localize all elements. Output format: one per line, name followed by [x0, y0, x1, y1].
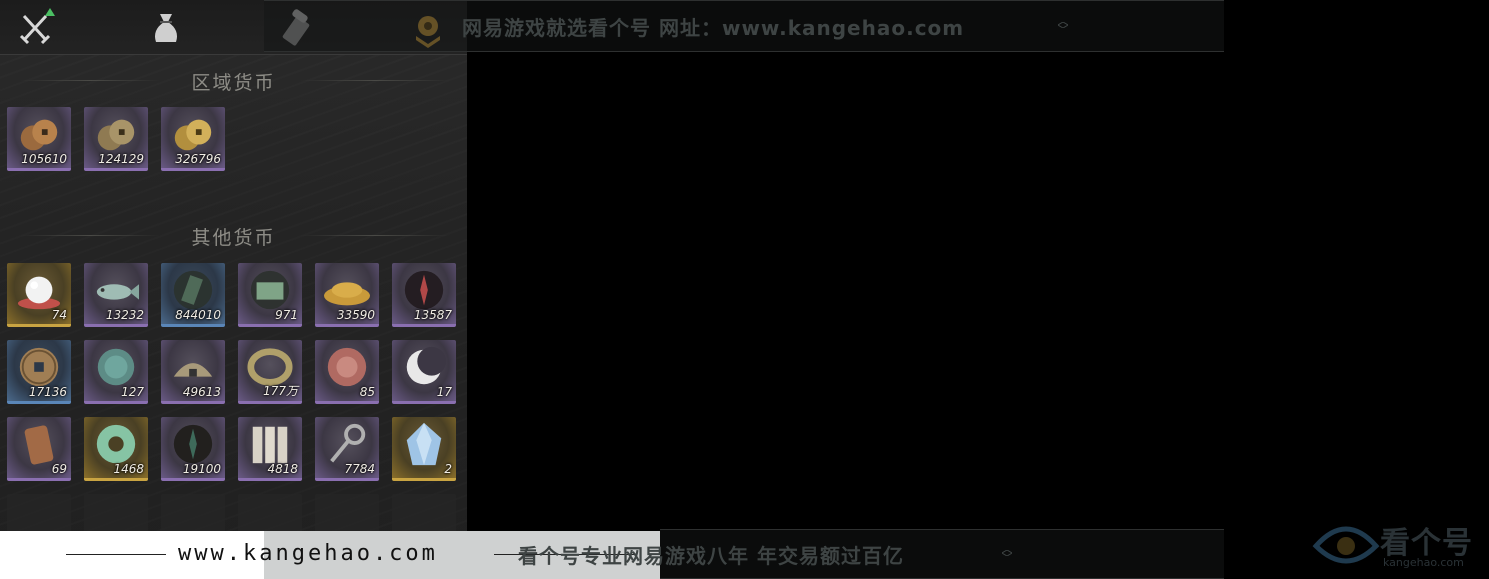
- currency-slot[interactable]: 33590: [315, 263, 379, 327]
- silver-ingot-icon: [173, 363, 213, 377]
- item-count: 7784: [344, 462, 375, 476]
- crystal-ore-icon: [406, 422, 442, 466]
- item-count: 17: [436, 385, 452, 399]
- currency-slot[interactable]: 19100: [161, 417, 225, 481]
- currency-slot[interactable]: 13587: [392, 263, 456, 327]
- currency-slot[interactable]: 127: [84, 340, 148, 404]
- item-count: 33590: [336, 308, 375, 322]
- currency-slot[interactable]: 7784: [315, 417, 379, 481]
- currency-slot[interactable]: 4818: [238, 417, 302, 481]
- currency-slot[interactable]: 17: [392, 340, 456, 404]
- item-count: 74: [51, 308, 67, 322]
- red-feather-icon: [404, 270, 444, 310]
- currency-slot[interactable]: 971: [238, 263, 302, 327]
- item-count: 124129: [98, 152, 144, 166]
- red-medallion-icon: [327, 347, 367, 387]
- diamond-ornament-icon: [1002, 550, 1012, 556]
- item-count: 2: [444, 462, 452, 476]
- item-count: 13587: [413, 308, 452, 322]
- item-count: 85: [359, 385, 375, 399]
- watermark-text-top: 网易游戏就选看个号 网址：www.kangehao.com: [462, 16, 965, 40]
- currency-slot[interactable]: 105610: [7, 107, 71, 171]
- grain-pile-icon: [324, 282, 370, 306]
- paper-slips-icon: [252, 426, 288, 464]
- jade-ring-icon: [96, 424, 136, 464]
- currency-slot[interactable]: 2: [392, 417, 456, 481]
- currency-slot[interactable]: 13232: [84, 263, 148, 327]
- pearl-icon: [17, 276, 61, 310]
- item-count: 4818: [267, 462, 298, 476]
- currency-slot[interactable]: 844010: [161, 263, 225, 327]
- item-count: 13232: [105, 308, 144, 322]
- item-count: 177万: [263, 384, 298, 398]
- currency-slot[interactable]: 177万: [238, 340, 302, 404]
- currency-slot[interactable]: 85: [315, 340, 379, 404]
- item-count: 844010: [175, 308, 221, 322]
- item-count: 19100: [182, 462, 221, 476]
- item-count: 105610: [21, 152, 67, 166]
- gold-coins-icon: [174, 119, 212, 151]
- crossed-swords-icon: [19, 8, 55, 45]
- item-count: 127: [121, 385, 144, 399]
- inventory-panel: 区域货币 其他货币 105610 124129 326796 74 13232 84401…: [0, 0, 467, 579]
- tab-materials[interactable]: [146, 8, 186, 48]
- currency-slot[interactable]: 49613: [161, 340, 225, 404]
- divider: [66, 554, 166, 555]
- green-banknote-icon: [250, 270, 290, 310]
- currency-slot[interactable]: 1468: [84, 417, 148, 481]
- watermark-url: www.kangehao.com: [178, 541, 438, 566]
- brand-logo-subtext: kangehao.com: [1383, 556, 1464, 569]
- dark-feather-icon: [173, 424, 213, 464]
- fish-icon: [96, 284, 139, 300]
- pouch-icon: [155, 14, 177, 42]
- item-count: 1468: [113, 462, 144, 476]
- jade-tablet-icon: [173, 270, 213, 310]
- currency-slot[interactable]: 124129: [84, 107, 148, 171]
- item-count: 49613: [182, 385, 221, 399]
- currency-slot[interactable]: 326796: [161, 107, 225, 171]
- item-count: 17136: [28, 385, 67, 399]
- item-count: 971: [275, 308, 298, 322]
- watermark-text-bottom: 看个号专业网易游戏八年 年交易额过百亿: [518, 544, 904, 568]
- diamond-ornament-icon: [1058, 22, 1068, 28]
- copper-coins-icon: [20, 119, 58, 151]
- square-hole-coin-icon: [19, 347, 59, 387]
- bronze-token-icon: [24, 425, 54, 465]
- currency-slot[interactable]: 74: [7, 263, 71, 327]
- section-title-regional: 区域货币: [191, 72, 276, 94]
- bronze-coins-icon: [97, 119, 135, 151]
- item-count: 326796: [175, 152, 221, 166]
- item-count: 69: [51, 462, 67, 476]
- jade-coin-icon: [97, 348, 135, 386]
- currency-slot[interactable]: 69: [7, 417, 71, 481]
- currency-slot[interactable]: 17136: [7, 340, 71, 404]
- crescent-moon-icon: [406, 346, 447, 385]
- section-title-other: 其他货币: [191, 227, 276, 249]
- tab-equipment[interactable]: [16, 8, 56, 48]
- key-icon: [330, 423, 366, 463]
